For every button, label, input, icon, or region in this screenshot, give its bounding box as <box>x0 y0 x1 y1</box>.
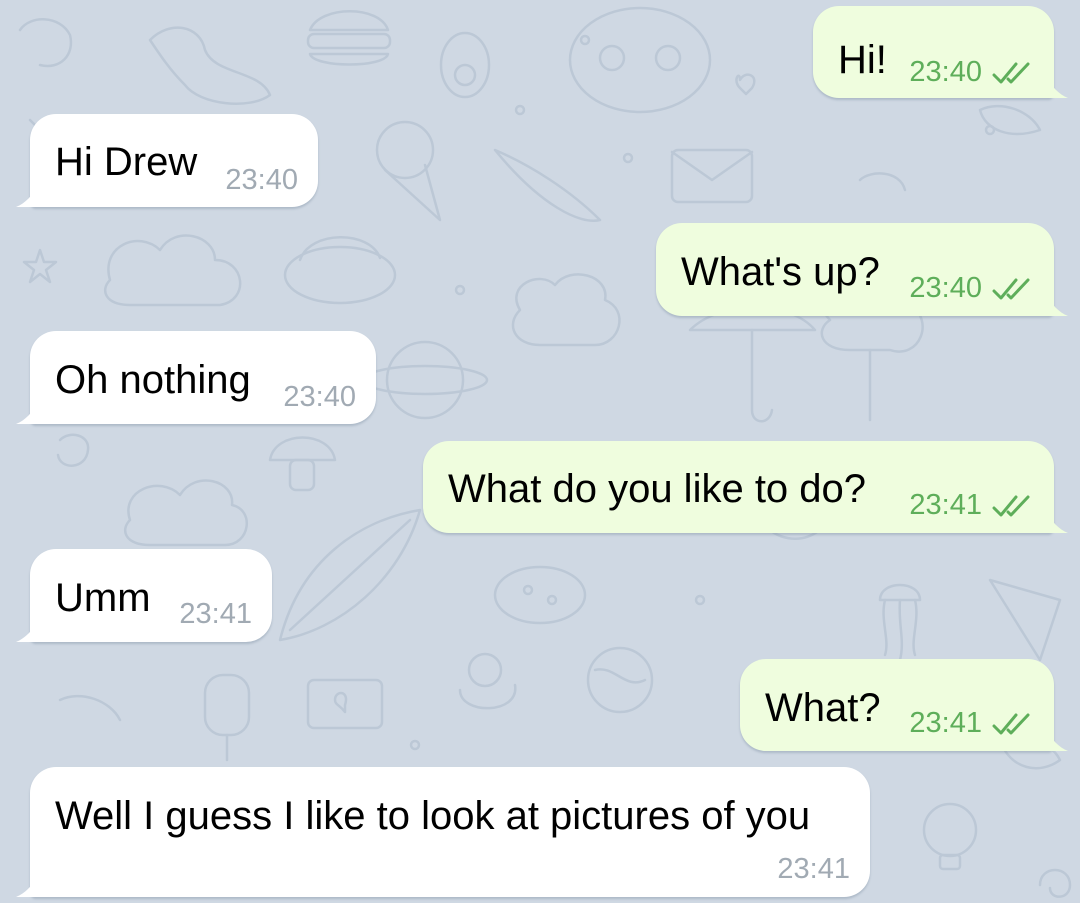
message-bubble-incoming[interactable]: Umm 23:41 <box>30 549 272 642</box>
message-text: What? <box>765 686 881 730</box>
message-bubble-incoming[interactable]: Hi Drew 23:40 <box>30 114 318 207</box>
message-bubble-incoming[interactable]: Well I guess I like to look at pictures … <box>30 767 870 897</box>
message-meta: 23:40 <box>909 272 1034 304</box>
message-text: Oh nothing <box>55 358 251 402</box>
message-bubble-incoming[interactable]: Oh nothing 23:40 <box>30 331 376 424</box>
message-time: 23:40 <box>283 381 356 413</box>
message-text: Well I guess I like to look at pictures … <box>55 794 811 838</box>
double-check-icon <box>992 60 1034 84</box>
message-bubble-outgoing[interactable]: What do you like to do? 23:41 <box>423 441 1054 533</box>
message-meta: 23:41 <box>909 707 1034 739</box>
message-time: 23:41 <box>777 853 850 885</box>
message-text: Umm <box>55 576 151 620</box>
message-meta: 23:40 <box>909 56 1034 88</box>
message-time: 23:40 <box>225 164 298 196</box>
message-meta: 23:41 <box>777 853 850 885</box>
message-bubble-outgoing[interactable]: What? 23:41 <box>740 659 1054 751</box>
message-time: 23:41 <box>179 598 252 630</box>
message-time: 23:40 <box>909 56 982 88</box>
message-bubble-outgoing[interactable]: Hi! 23:40 <box>813 6 1054 98</box>
message-list[interactable]: Hi! 23:40 Hi Drew 23:40 What's up? 23:40… <box>0 0 1080 903</box>
message-meta: 23:41 <box>909 489 1034 521</box>
double-check-icon <box>992 493 1034 517</box>
message-bubble-outgoing[interactable]: What's up? 23:40 <box>656 223 1054 316</box>
message-text: What do you like to do? <box>448 467 867 511</box>
double-check-icon <box>992 711 1034 735</box>
message-meta: 23:41 <box>179 598 252 630</box>
message-text: Hi! <box>838 38 887 82</box>
message-text: What's up? <box>681 250 880 294</box>
double-check-icon <box>992 276 1034 300</box>
message-meta: 23:40 <box>283 381 356 413</box>
message-time: 23:40 <box>909 272 982 304</box>
message-time: 23:41 <box>909 489 982 521</box>
message-text: Hi Drew <box>55 140 198 184</box>
message-meta: 23:40 <box>225 164 298 196</box>
message-time: 23:41 <box>909 707 982 739</box>
